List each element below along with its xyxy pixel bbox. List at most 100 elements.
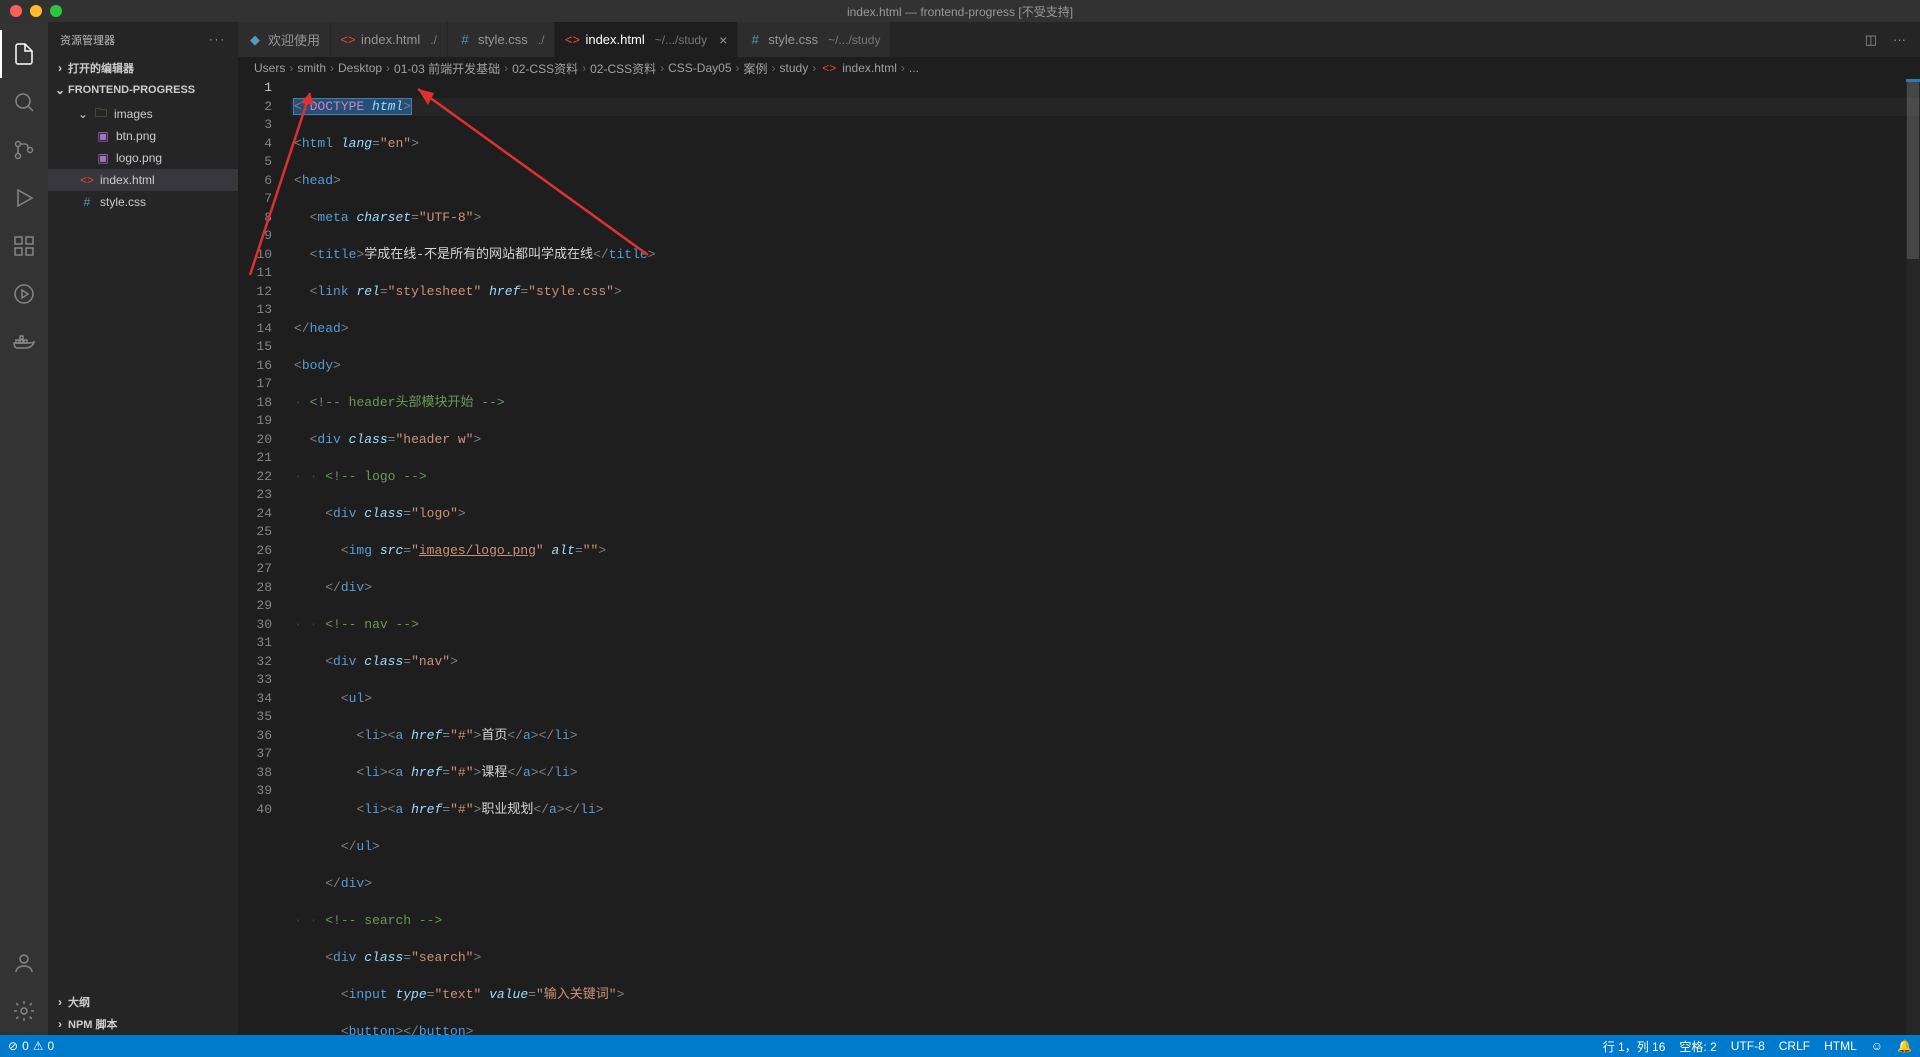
code-text: 课程 [481,765,507,780]
tab-index-local[interactable]: <> index.html ./ [331,22,448,57]
explorer-icon[interactable] [0,30,48,78]
breadcrumb-item[interactable]: index.html [842,61,897,75]
line-numbers: 12345678910 11121314151617181920 2122232… [238,79,290,1035]
chevron-down-icon: ⌄ [78,107,92,121]
sidebar-header: 资源管理器 ··· [48,22,238,57]
code-text: 职业规划 [481,802,533,817]
tab-style-study[interactable]: # style.css ~/.../study [738,22,891,57]
accounts-icon[interactable] [0,939,48,987]
tree-label: index.html [100,173,155,187]
split-editor-icon[interactable]: ◫ [1865,32,1877,48]
breadcrumb-item[interactable]: Users [254,61,285,75]
html-file-icon: <> [78,173,96,187]
warning-count: 0 [48,1039,55,1053]
sidebar-title: 资源管理器 [60,32,115,48]
tab-label: index.html [585,32,644,47]
code-token: DOCTYPE [310,99,365,114]
breadcrumb-item[interactable]: Desktop [338,61,382,75]
search-icon[interactable] [0,78,48,126]
status-eol[interactable]: CRLF [1779,1039,1810,1053]
code-editor[interactable]: 12345678910 11121314151617181920 2122232… [238,79,1920,1035]
maximize-window-icon[interactable] [50,5,62,17]
tree-file-style-css[interactable]: # style.css [48,191,238,213]
code-text: 学成在线-不是所有的网站都叫学成在线 [364,247,593,262]
breadcrumb-item[interactable]: 02-CSS资料 [590,60,656,77]
scrollbar[interactable] [1906,79,1920,1035]
tree-file-logo-png[interactable]: ▣ logo.png [48,147,238,169]
breadcrumb-item[interactable]: 案例 [744,60,768,77]
breadcrumb-item[interactable]: smith [297,61,326,75]
sidebar: 资源管理器 ··· 打开的编辑器 FRONTEND-PROGRESS ⌄ 🗀 i… [48,22,238,1035]
minimize-window-icon[interactable] [30,5,42,17]
tab-label: 欢迎使用 [268,30,320,49]
code-comment: nav [364,617,387,632]
chevron-right-icon [52,995,68,1009]
tabs: ◆ 欢迎使用 <> index.html ./ # style.css ./ <… [238,22,1920,57]
section-npm[interactable]: NPM 脚本 [48,1013,238,1035]
folder-icon: 🗀 [92,104,110,125]
error-icon: ⊘ [8,1039,18,1053]
titlebar: index.html — frontend-progress [不受支持] [0,0,1920,22]
editor-area: ◆ 欢迎使用 <> index.html ./ # style.css ./ <… [238,22,1920,1035]
run-debug-icon[interactable] [0,174,48,222]
code-text: 首页 [481,728,507,743]
source-control-icon[interactable] [0,126,48,174]
html-file-icon: <> [341,33,355,47]
breadcrumb-item[interactable]: 02-CSS资料 [512,60,578,77]
html-file-icon: <> [565,33,579,47]
html-file-icon: <> [822,61,836,75]
vscode-icon: ◆ [248,33,262,47]
scroll-thumb[interactable] [1907,79,1919,259]
status-encoding[interactable]: UTF-8 [1731,1039,1765,1053]
css-file-icon: # [458,33,472,47]
tab-path: ~/.../study [828,33,880,47]
testing-icon[interactable] [0,270,48,318]
code-token: > [403,99,411,114]
docker-icon[interactable] [0,318,48,366]
more-actions-icon[interactable]: ··· [1893,32,1906,47]
tree-file-btn-png[interactable]: ▣ btn.png [48,125,238,147]
tab-style-local[interactable]: # style.css ./ [448,22,556,57]
breadcrumb-item[interactable]: study [780,61,809,75]
tab-index-study[interactable]: <> index.html ~/.../study × [555,22,738,57]
status-language[interactable]: HTML [1824,1039,1857,1053]
image-file-icon: ▣ [94,151,112,165]
breadcrumb-item[interactable]: CSS-Day05 [668,61,731,75]
section-project[interactable]: FRONTEND-PROGRESS [48,79,238,101]
tab-label: style.css [768,32,818,47]
chevron-down-icon [52,83,68,97]
status-bell-icon[interactable]: 🔔 [1897,1039,1912,1053]
breadcrumb-item[interactable]: ... [909,61,919,75]
code-comment: header头部模块开始 [349,395,474,410]
settings-gear-icon[interactable] [0,987,48,1035]
status-line-col[interactable]: 行 1，列 16 [1603,1038,1666,1055]
tree-file-index-html[interactable]: <> index.html [48,169,238,191]
status-bar: ⊘0 ⚠0 行 1，列 16 空格: 2 UTF-8 CRLF HTML ☺ 🔔 [0,1035,1920,1057]
activity-bar [0,22,48,1035]
tree-label: logo.png [116,151,162,165]
tree-folder-images[interactable]: ⌄ 🗀 images [48,103,238,125]
tab-path: ~/.../study [655,33,707,47]
tree-label: btn.png [116,129,156,143]
outline-label: 大纲 [68,994,90,1010]
extensions-icon[interactable] [0,222,48,270]
tab-welcome[interactable]: ◆ 欢迎使用 [238,22,331,57]
code-content[interactable]: <!DOCTYPE html> <html lang="en"> <head> … [290,79,1920,1035]
close-tab-icon[interactable]: × [719,32,727,48]
status-feedback-icon[interactable]: ☺ [1871,1039,1883,1053]
tab-label: style.css [478,32,528,47]
section-open-editors[interactable]: 打开的编辑器 [48,57,238,79]
status-indent[interactable]: 空格: 2 [1679,1038,1716,1055]
status-problems[interactable]: ⊘0 ⚠0 [8,1039,54,1053]
code-value: 输入关键词 [544,987,609,1002]
breadcrumb-item[interactable]: 01-03 前端开发基础 [394,60,500,77]
close-window-icon[interactable] [10,5,22,17]
tab-label: index.html [361,32,420,47]
css-file-icon: # [748,33,762,47]
window-controls [0,5,62,17]
open-editors-label: 打开的编辑器 [68,60,134,76]
window-title: index.html — frontend-progress [不受支持] [847,3,1073,20]
warning-icon: ⚠ [33,1039,44,1053]
sidebar-more-icon[interactable]: ··· [209,34,226,46]
section-outline[interactable]: 大纲 [48,991,238,1013]
